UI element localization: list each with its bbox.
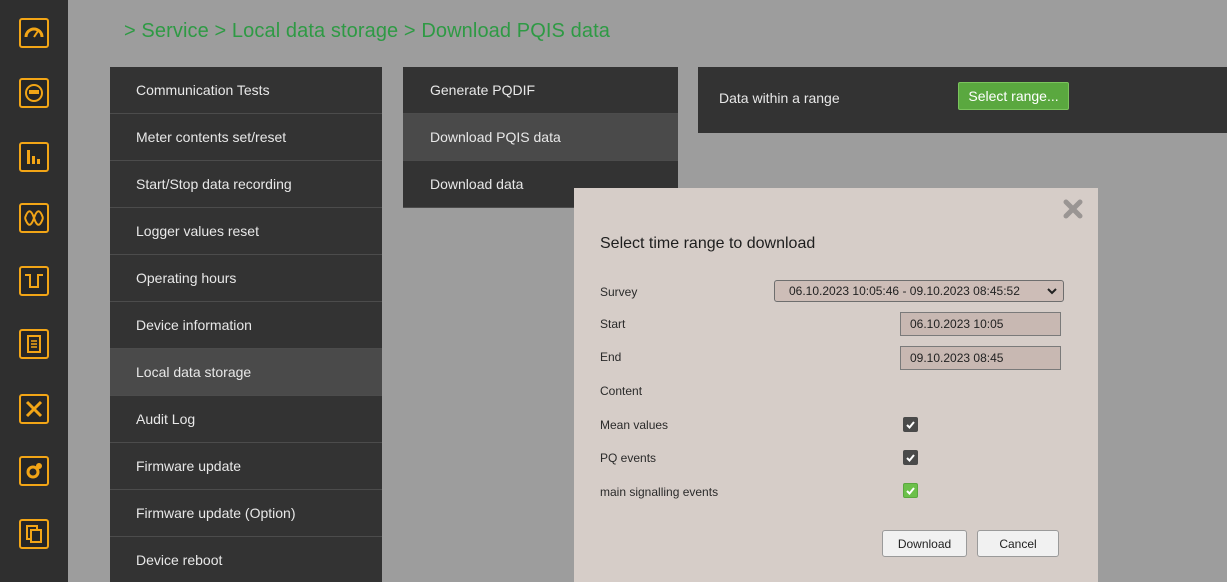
document-list-icon[interactable] bbox=[19, 329, 49, 359]
files-icon[interactable] bbox=[19, 519, 49, 549]
check-icon bbox=[906, 487, 915, 495]
menu-item-device-information[interactable]: Device information bbox=[110, 302, 382, 349]
download-dialog: Select time range to download Survey 06.… bbox=[574, 188, 1098, 582]
cancel-button[interactable]: Cancel bbox=[977, 530, 1059, 557]
menu-item-meter-contents-set-reset[interactable]: Meter contents set/reset bbox=[110, 114, 382, 161]
range-panel: Data within a range Select range... bbox=[698, 67, 1227, 133]
waveform-icon[interactable] bbox=[19, 203, 49, 233]
dialog-title: Select time range to download bbox=[600, 235, 816, 252]
survey-label: Survey bbox=[600, 285, 638, 299]
menu-item-device-reboot[interactable]: Device reboot bbox=[110, 537, 382, 582]
menu-item-communication-tests[interactable]: Communication Tests bbox=[110, 67, 382, 114]
menu-item-firmware-update-option[interactable]: Firmware update (Option) bbox=[110, 490, 382, 537]
menu-item-start-stop-data-recording[interactable]: Start/Stop data recording bbox=[110, 161, 382, 208]
pq-events-label: PQ events bbox=[600, 451, 657, 465]
main-signalling-label: main signalling events bbox=[600, 485, 719, 499]
start-date-field[interactable]: 06.10.2023 10:05 bbox=[900, 312, 1061, 336]
menu-item-operating-hours[interactable]: Operating hours bbox=[110, 255, 382, 302]
menu-item-download-pqis-data[interactable]: Download PQIS data bbox=[403, 114, 678, 161]
end-date-field[interactable]: 09.10.2023 08:45 bbox=[900, 346, 1061, 370]
settings-gear-icon[interactable] bbox=[19, 456, 49, 486]
start-label: Start bbox=[600, 317, 626, 331]
range-label: Data within a range bbox=[719, 90, 840, 106]
menu-item-logger-values-reset[interactable]: Logger values reset bbox=[110, 208, 382, 255]
end-label: End bbox=[600, 350, 622, 364]
main-signalling-checkbox[interactable] bbox=[903, 483, 918, 498]
survey-value: 06.10.2023 10:05:46 - 09.10.2023 08:45:5… bbox=[789, 284, 1020, 298]
pq-events-checkbox[interactable] bbox=[903, 450, 918, 465]
menu-item-local-data-storage[interactable]: Local data storage bbox=[110, 349, 382, 396]
service-menu: Communication Tests Meter contents set/re… bbox=[110, 67, 382, 582]
check-icon bbox=[906, 454, 915, 462]
bar-chart-icon[interactable] bbox=[19, 142, 49, 172]
tools-icon[interactable] bbox=[19, 394, 49, 424]
menu-item-firmware-update[interactable]: Firmware update bbox=[110, 443, 382, 490]
meter-icon[interactable] bbox=[19, 78, 49, 108]
mean-values-label: Mean values bbox=[600, 418, 669, 432]
content-label: Content bbox=[600, 384, 643, 398]
menu-item-generate-pqdif[interactable]: Generate PQDIF bbox=[403, 67, 678, 114]
select-range-button[interactable]: Select range... bbox=[958, 82, 1069, 110]
breadcrumb: > Service > Local data storage > Downloa… bbox=[124, 20, 610, 42]
survey-select[interactable]: 06.10.2023 10:05:46 - 09.10.2023 08:45:5… bbox=[774, 280, 1064, 302]
icon-rail bbox=[0, 0, 68, 582]
storage-submenu: Generate PQDIF Download PQIS data Download… bbox=[403, 67, 678, 208]
download-button[interactable]: Download bbox=[882, 530, 967, 557]
signal-step-icon[interactable] bbox=[19, 266, 49, 296]
menu-item-audit-log[interactable]: Audit Log bbox=[110, 396, 382, 443]
check-icon bbox=[906, 421, 915, 429]
close-icon[interactable] bbox=[1062, 198, 1084, 220]
gauge-icon[interactable] bbox=[19, 18, 49, 48]
chevron-down-icon bbox=[1047, 288, 1057, 295]
mean-values-checkbox[interactable] bbox=[903, 417, 918, 432]
